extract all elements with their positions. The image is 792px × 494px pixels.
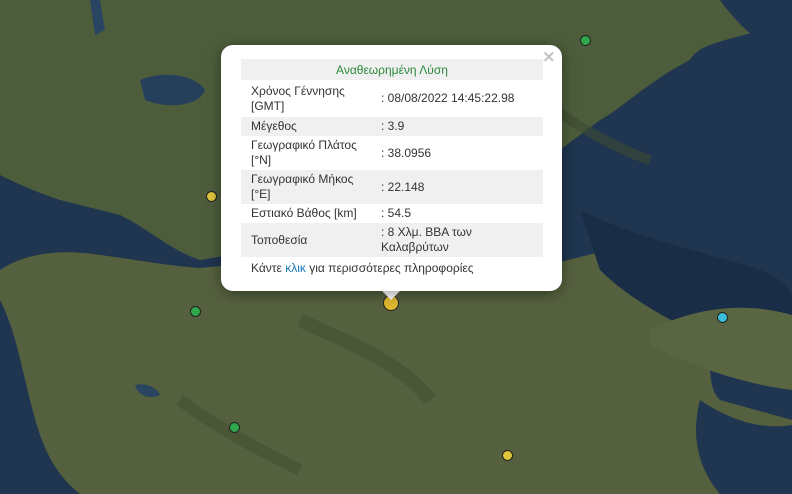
detail-value: : 08/08/2022 14:45:22.98 bbox=[381, 91, 515, 105]
detail-value: : 54.5 bbox=[381, 206, 412, 220]
earthquake-marker-yellow[interactable] bbox=[206, 191, 217, 202]
more-info-prefix: Κάντε bbox=[251, 261, 286, 275]
detail-label: Τοποθεσία bbox=[241, 223, 379, 257]
detail-label: Γεωγραφικό Πλάτος [°N] bbox=[251, 138, 357, 167]
detail-row: Εστιακό Βάθος [km] : 54.5 bbox=[241, 204, 543, 223]
detail-row: Τοποθεσία : 8 Χλμ. ΒΒΑ των Καλαβρύτων bbox=[241, 223, 543, 257]
detail-value: : 8 Χλμ. ΒΒΑ των Καλαβρύτων bbox=[379, 223, 543, 257]
detail-row: Μέγεθος : 3.9 bbox=[241, 117, 543, 136]
earthquake-marker-yellow[interactable] bbox=[502, 450, 513, 461]
earthquake-marker-green[interactable] bbox=[190, 306, 201, 317]
detail-label: Εστιακό Βάθος [km] bbox=[251, 206, 357, 220]
detail-label: Μέγεθος bbox=[241, 117, 379, 136]
detail-row: Γεωγραφικό Πλάτος [°N] : 38.0956 bbox=[241, 136, 543, 170]
earthquake-info-popup: × Αναθεωρημένη Λύση Χρόνος Γέννησης [GMT… bbox=[221, 45, 562, 291]
more-info-suffix: για περισσότερες πληροφορίες bbox=[305, 261, 474, 275]
detail-row: Γεωγραφικό Μήκος [°E] : 22.148 bbox=[241, 170, 543, 204]
detail-value: : 22.148 bbox=[379, 170, 543, 204]
earthquake-details-table: Αναθεωρημένη Λύση Χρόνος Γέννησης [GMT] … bbox=[241, 59, 543, 257]
satellite-map[interactable]: × Αναθεωρημένη Λύση Χρόνος Γέννησης [GMT… bbox=[0, 0, 792, 494]
earthquake-marker-green[interactable] bbox=[229, 422, 240, 433]
earthquake-marker-cyan[interactable] bbox=[717, 312, 728, 323]
popup-tip bbox=[381, 290, 401, 300]
more-info-link[interactable]: κλικ bbox=[285, 261, 306, 275]
detail-label: Γεωγραφικό Μήκος [°E] bbox=[241, 170, 379, 204]
popup-title: Αναθεωρημένη Λύση bbox=[241, 59, 543, 80]
detail-value: : 3.9 bbox=[379, 117, 543, 136]
detail-row: Χρόνος Γέννησης [GMT] : 08/08/2022 14:45… bbox=[241, 80, 543, 117]
detail-value: : 38.0956 bbox=[381, 145, 432, 160]
more-info-text: Κάντε κλικ για περισσότερες πληροφορίες bbox=[251, 261, 474, 275]
earthquake-marker-green[interactable] bbox=[580, 35, 591, 46]
detail-label: Χρόνος Γέννησης [GMT] bbox=[251, 83, 345, 113]
close-icon[interactable]: × bbox=[542, 47, 556, 67]
